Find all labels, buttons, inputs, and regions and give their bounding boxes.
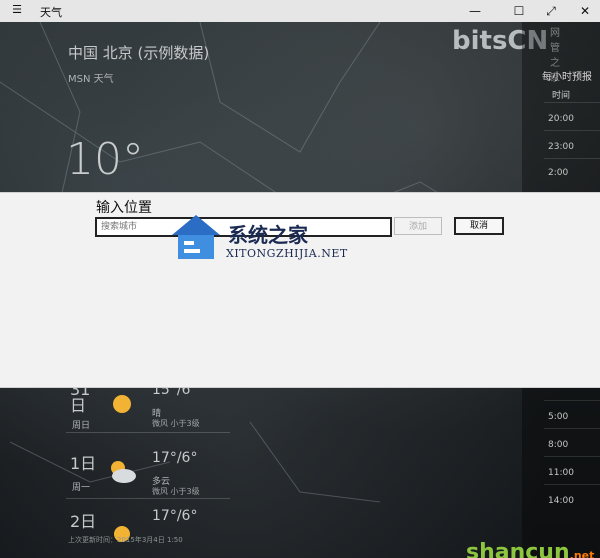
day-wind: 微风 小于3级: [152, 419, 200, 428]
maximize-icon[interactable]: ☐: [506, 2, 532, 20]
current-temperature: 10°: [66, 134, 144, 185]
cancel-button[interactable]: 取消: [454, 217, 504, 235]
city-name: 中国 北京 (示例数据): [68, 44, 210, 62]
day-weekday: 周一: [72, 483, 91, 493]
cloudy-icon: [111, 461, 136, 483]
window-title: 天气: [40, 6, 62, 19]
xitongzhijia-watermark: 系统之家 XITONGZHIJIA.NET: [166, 209, 366, 279]
day-wind: 微风 小于3级: [152, 487, 200, 496]
hour-label: 2:00: [548, 168, 569, 178]
day-date: 1日: [70, 454, 97, 473]
day-weekday: 周日: [72, 421, 91, 431]
hour-label: 11:00: [548, 468, 574, 478]
hour-label: 23:00: [548, 142, 574, 152]
house-logo-icon: [172, 215, 220, 259]
daily-forecast-item[interactable]: 31 日 周日 15°/6° 晴 微风 小于3级: [60, 382, 230, 442]
day-temp: 17°/6°: [152, 508, 198, 524]
sun-icon: [113, 395, 131, 413]
daily-forecast-item[interactable]: 2日 17°/6°: [60, 508, 230, 558]
hour-label: 8:00: [548, 440, 569, 450]
dialog-title: 输入位置: [96, 200, 152, 216]
title-bar: ☰ 天气 — ☐ ⤢ ✕: [0, 0, 600, 22]
shancun-watermark: shancun.net: [466, 540, 595, 558]
hamburger-icon[interactable]: ☰: [10, 3, 24, 17]
hour-label: 20:00: [548, 114, 574, 124]
daily-forecast-item[interactable]: 1日 周一 17°/6° 多云 微风 小于3级: [60, 450, 230, 510]
hourly-heading: 每小时预报: [542, 72, 592, 83]
day-temp: 17°/6°: [152, 450, 198, 466]
close-icon[interactable]: ✕: [572, 2, 598, 20]
day-date: 2日: [70, 512, 97, 531]
minimize-icon[interactable]: —: [462, 2, 488, 20]
hour-label: 5:00: [548, 412, 569, 422]
weather-source: MSN 天气: [68, 74, 114, 85]
hour-label: 14:00: [548, 496, 574, 506]
fullscreen-icon[interactable]: ⤢: [538, 2, 564, 20]
add-button[interactable]: 添加: [394, 217, 442, 235]
location-dialog: 输入位置 添加 取消 系统之家 XITONGZHIJIA.NET: [0, 192, 600, 388]
last-updated: 上次更新时间：2015年3月4日 1:50: [68, 536, 183, 544]
hourly-column-label: 时间: [552, 91, 571, 101]
